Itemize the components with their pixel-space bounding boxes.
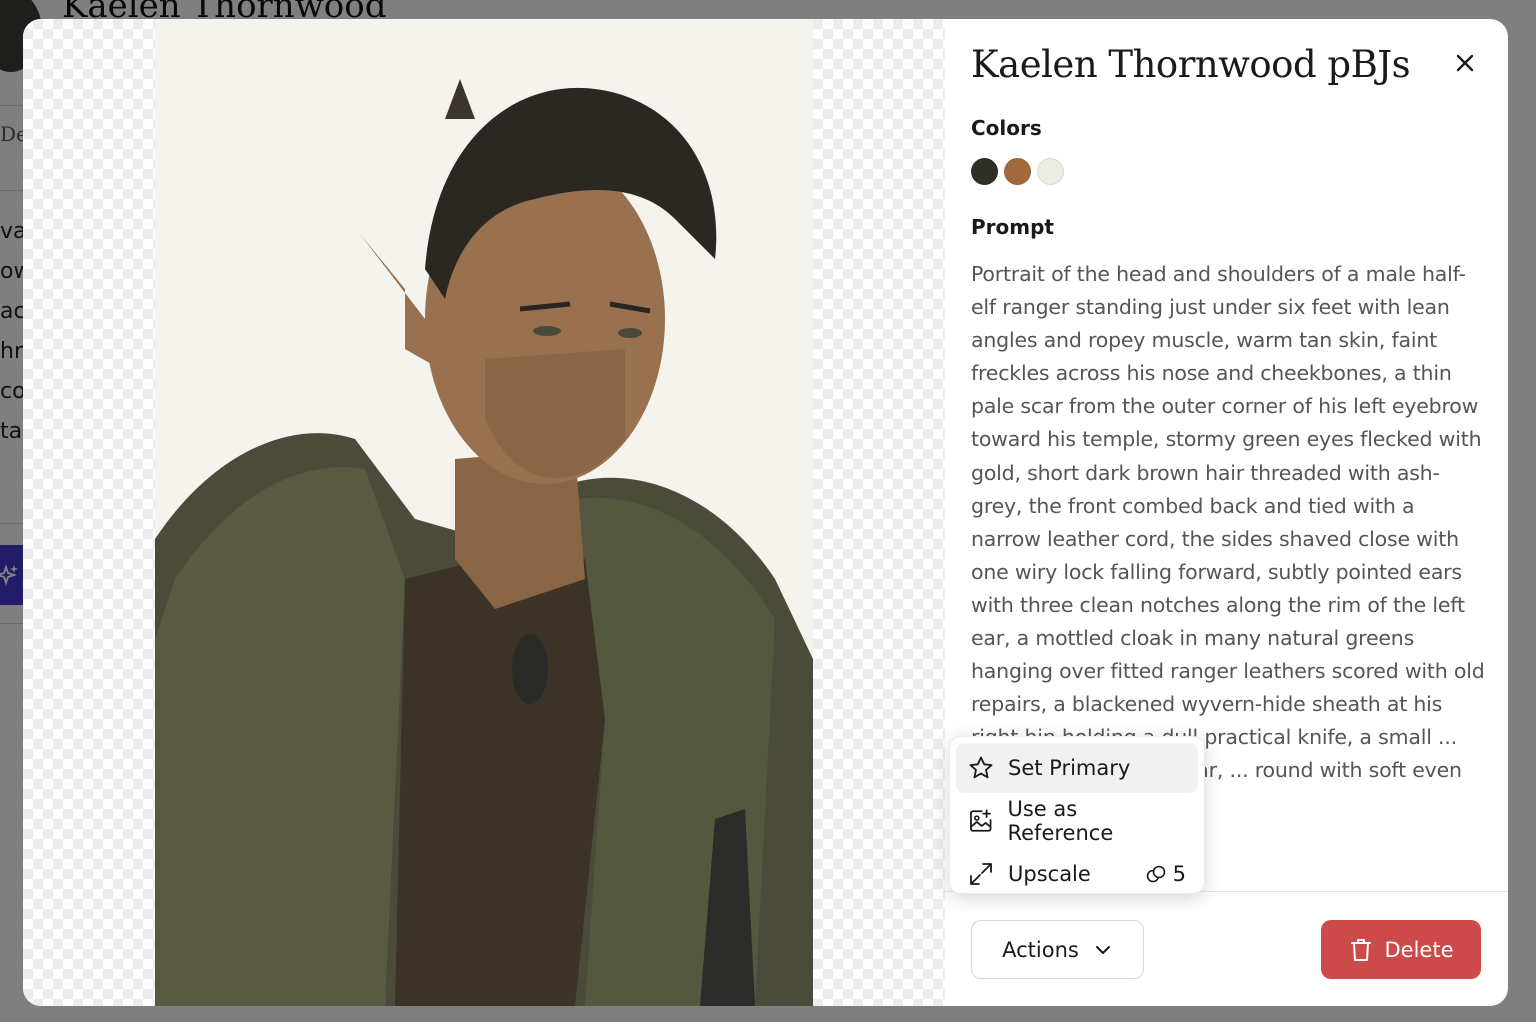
image-pane <box>23 19 945 1006</box>
credit-amount: 5 <box>1172 862 1186 886</box>
actions-button[interactable]: Actions <box>971 920 1144 979</box>
close-icon <box>1456 54 1474 72</box>
coins-icon <box>1146 865 1165 883</box>
menu-item-set-primary[interactable]: Set Primary <box>956 743 1198 793</box>
menu-item-use-as-reference[interactable]: Use as Reference <box>956 796 1198 846</box>
color-swatches <box>971 158 1064 185</box>
image-detail-modal: Kaelen Thornwood pBJs Colors Prompt Port… <box>23 19 1508 1006</box>
portrait-illustration <box>155 79 813 1006</box>
delete-button[interactable]: Delete <box>1321 920 1481 979</box>
prompt-label: Prompt <box>971 215 1054 239</box>
menu-item-label: Set Primary <box>1008 756 1131 780</box>
close-button[interactable] <box>1449 47 1481 79</box>
prompt-text: Portrait of the head and shoulders of a … <box>971 262 1485 783</box>
actions-label: Actions <box>1002 937 1079 962</box>
color-swatch[interactable] <box>971 158 998 185</box>
menu-item-upscale[interactable]: Upscale 5 <box>956 849 1198 899</box>
expand-icon <box>970 863 992 885</box>
delete-label: Delete <box>1384 937 1454 962</box>
menu-item-label: Use as Reference <box>1007 797 1114 845</box>
colors-label: Colors <box>971 116 1042 140</box>
chevron-down-icon <box>1095 945 1110 954</box>
menu-item-label: Upscale <box>1008 862 1091 886</box>
image-title: Kaelen Thornwood pBJs <box>971 43 1411 86</box>
actions-menu: Set Primary Use as Reference Upscale 5 <box>949 736 1205 894</box>
character-portrait-image <box>155 19 813 1006</box>
image-plus-icon <box>970 809 992 832</box>
color-swatch[interactable] <box>1004 158 1031 185</box>
color-swatch[interactable] <box>1037 158 1064 185</box>
star-icon <box>969 756 993 779</box>
credit-cost: 5 <box>1145 862 1186 886</box>
trash-icon <box>1350 938 1371 961</box>
